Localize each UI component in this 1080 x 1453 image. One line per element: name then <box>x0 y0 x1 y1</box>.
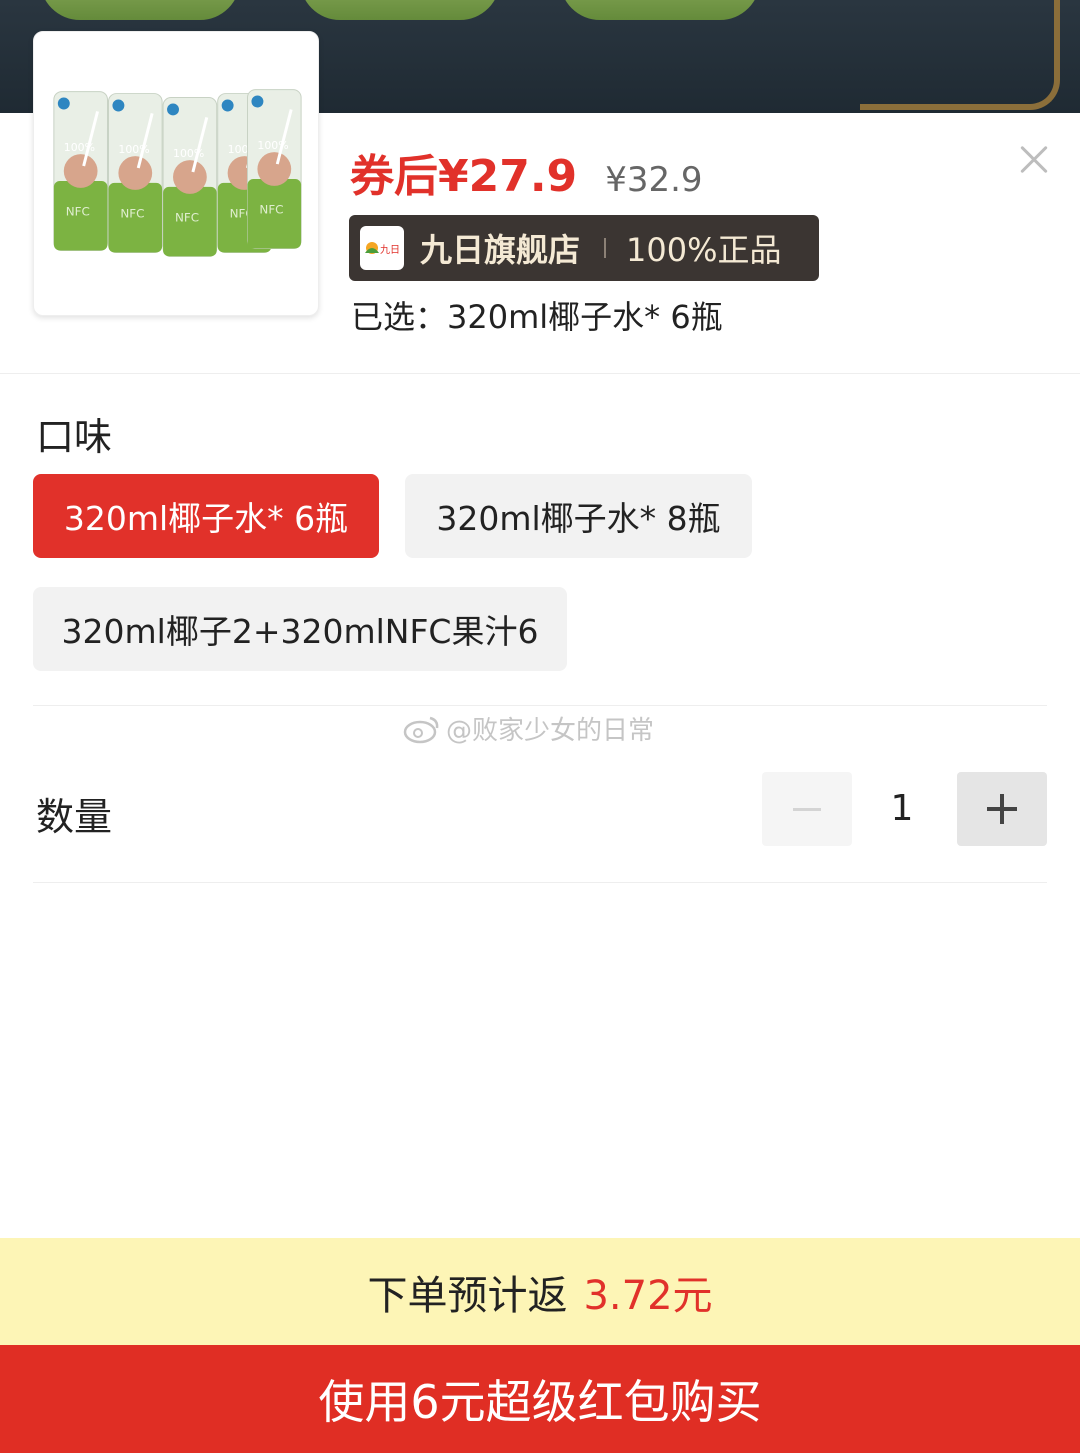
can-image: 100%NFC <box>107 93 163 253</box>
svg-text:NFC: NFC <box>66 205 90 219</box>
close-icon[interactable] <box>1014 140 1054 180</box>
sun-logo-icon: 九日 <box>365 242 400 256</box>
can-image: 100%NFC <box>53 91 108 251</box>
price-row: 券后¥27.9 ¥32.9 <box>350 140 703 204</box>
store-badge[interactable]: 九日 九日旗舰店 100%正品 <box>349 215 819 281</box>
store-divider <box>604 238 607 258</box>
coconut-water-cans-image: 100%NFC100%NFC100%NFC100%NFC100%NFC <box>53 89 302 257</box>
quantity-value[interactable]: 1 <box>862 788 942 829</box>
original-price: ¥32.9 <box>605 160 703 200</box>
store-logo: 九日 <box>360 226 404 270</box>
authentic-tag: 100%正品 <box>626 231 782 269</box>
rebate-banner: 下单预计返 3.72元 <box>0 1238 1080 1345</box>
minus-icon <box>793 807 821 811</box>
rebate-label: 下单预计返 <box>367 1272 568 1319</box>
flavor-option-label: 320ml椰子水* 8瓶 <box>436 499 721 538</box>
banner-can-image <box>560 0 760 20</box>
selected-sku: 已选：320ml椰子水* 6瓶 <box>351 292 723 338</box>
svg-text:NFC: NFC <box>175 211 199 225</box>
banner-can-image <box>40 0 240 20</box>
watermark: @败家少女的日常 <box>402 710 654 747</box>
divider <box>33 882 1047 883</box>
selected-value: 320ml椰子水* 6瓶 <box>447 298 723 336</box>
flavor-option-6-bottles[interactable]: 320ml椰子水* 6瓶 <box>33 474 379 558</box>
quantity-increase-button[interactable] <box>957 772 1047 846</box>
weibo-icon <box>403 716 439 743</box>
flavor-option-8-bottles[interactable]: 320ml椰子水* 8瓶 <box>405 474 752 558</box>
buy-button[interactable]: 使用6元超级红包购买 <box>0 1345 1080 1453</box>
flavor-option-label: 320ml椰子水* 6瓶 <box>63 499 349 538</box>
flavor-option-mixed[interactable]: 320ml椰子2+320mlNFC果汁6 <box>33 587 567 671</box>
coupon-price: 券后¥27.9 <box>350 151 578 202</box>
rebate-amount: 3.72元 <box>583 1272 713 1319</box>
watermark-text: @败家少女的日常 <box>446 716 655 746</box>
svg-text:NFC: NFC <box>259 203 283 217</box>
can-image: 100%NFC <box>246 89 302 249</box>
store-name: 九日旗舰店 <box>420 231 581 269</box>
quantity-decrease-button[interactable] <box>762 772 852 846</box>
banner-can-image <box>300 0 500 20</box>
quantity-title: 数量 <box>36 795 113 839</box>
product-thumbnail[interactable]: 100% NFC 100% NFC 100% NFC 100% NFC 100% NFC <box>33 31 319 316</box>
selected-label: 已选： <box>351 298 448 336</box>
flavor-title: 口味 <box>36 415 113 459</box>
store-logo-text: 九日 <box>380 244 400 256</box>
can-image: 100%NFC <box>162 97 218 257</box>
svg-text:NFC: NFC <box>120 207 144 221</box>
banner-frame-decoration <box>860 0 1060 110</box>
divider <box>33 705 1047 706</box>
divider <box>0 373 1080 374</box>
flavor-option-label: 320ml椰子2+320mlNFC果汁6 <box>61 612 539 651</box>
plus-icon <box>987 794 1017 824</box>
